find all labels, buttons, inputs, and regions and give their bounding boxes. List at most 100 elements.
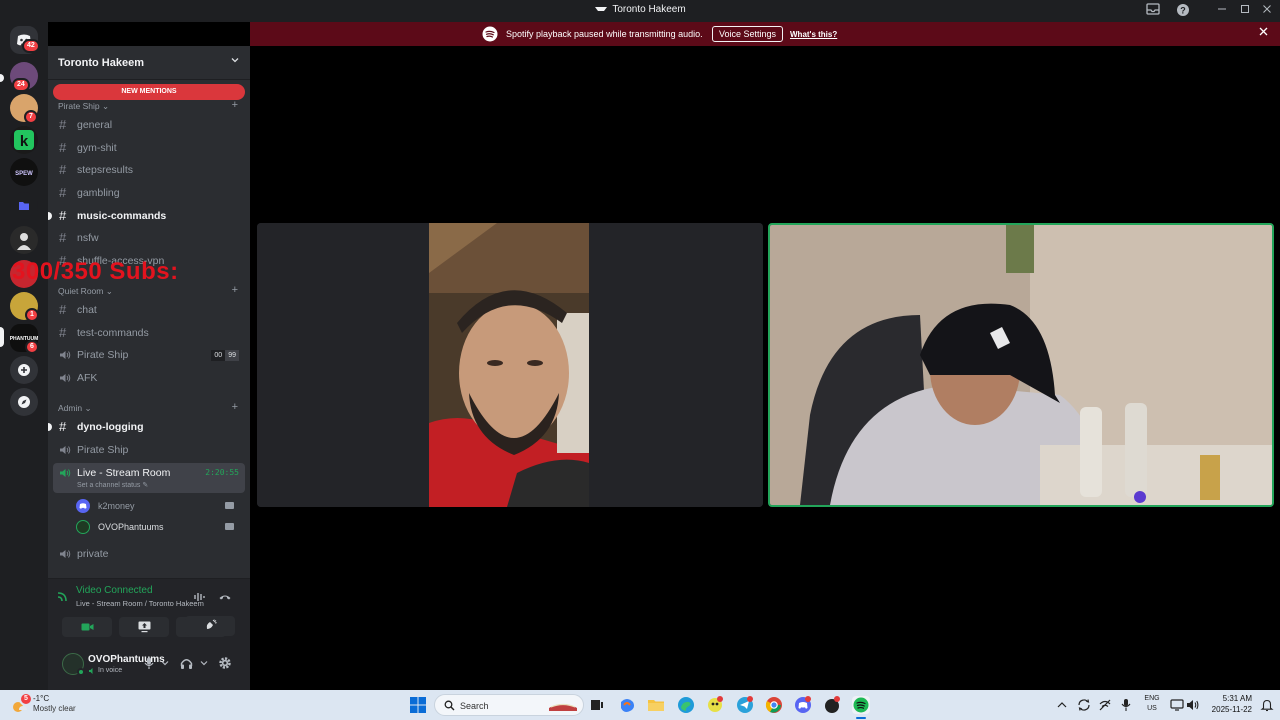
chevron-up-icon[interactable] xyxy=(1057,701,1067,709)
server-icon-3[interactable]: k xyxy=(10,126,38,154)
add-server-button[interactable] xyxy=(10,356,38,384)
channel-gym-shit[interactable]: # gym-shit xyxy=(53,138,245,158)
add-channel-icon[interactable]: + xyxy=(232,99,238,111)
weather-widget[interactable]: 5 xyxy=(9,692,33,714)
chevron-down-icon[interactable] xyxy=(200,660,208,666)
soundboard-button[interactable] xyxy=(185,616,235,636)
task-view-icon[interactable] xyxy=(588,696,606,714)
chevron-down-icon[interactable] xyxy=(161,660,169,666)
server-icon-6[interactable] xyxy=(10,226,38,254)
add-channel-icon[interactable]: + xyxy=(232,401,238,413)
maximize-icon[interactable] xyxy=(1237,3,1253,19)
chevron-down-icon xyxy=(230,55,240,68)
channel-label: test-commands xyxy=(77,327,149,339)
window-title-text: Toronto Hakeem xyxy=(612,4,686,15)
guild-header[interactable]: Toronto Hakeem xyxy=(48,46,250,80)
unread-indicator xyxy=(48,423,52,431)
file-explorer-icon[interactable] xyxy=(647,696,665,714)
voice-channel-private[interactable]: private xyxy=(53,544,245,564)
category-quiet-room[interactable]: Quiet Room ⌄ xyxy=(58,286,113,297)
spotify-taskbar-icon[interactable] xyxy=(852,696,870,714)
channel-general[interactable]: # general xyxy=(53,115,245,135)
voice-user[interactable]: OVOPhantuums xyxy=(76,518,244,536)
channel-label: Pirate Ship xyxy=(77,444,129,456)
notification-bell-icon[interactable] xyxy=(1260,698,1274,712)
voice-channel-live-stream-room[interactable]: Live - Stream Room 2:20:55 Set a channel… xyxy=(53,463,245,493)
chrome-icon[interactable] xyxy=(765,696,783,714)
user-limit-counter: 00 99 xyxy=(211,350,239,361)
clock-date: 2025-11-22 xyxy=(1211,705,1252,714)
close-icon[interactable] xyxy=(1259,27,1268,39)
subscriber-goal-overlay: 300/350 Subs: xyxy=(12,258,179,285)
volume-icon[interactable] xyxy=(1186,698,1200,712)
minimize-icon[interactable] xyxy=(1214,3,1230,19)
taskbar-search[interactable]: Search xyxy=(434,694,584,716)
speaker-icon xyxy=(60,550,71,558)
video-tile-ovophantuums[interactable] xyxy=(768,223,1274,507)
settings-gear-icon[interactable] xyxy=(218,656,232,670)
app-icon[interactable] xyxy=(823,696,841,714)
discord-taskbar-icon[interactable] xyxy=(794,696,812,714)
plus-icon xyxy=(18,364,30,376)
network-off-icon[interactable] xyxy=(1098,698,1112,712)
help-icon[interactable]: ? xyxy=(1175,3,1191,19)
speaker-icon xyxy=(60,446,71,454)
channel-nsfw[interactable]: # nsfw xyxy=(53,228,245,248)
app-icon[interactable] xyxy=(706,696,724,714)
language-indicator[interactable]: ENG US xyxy=(1142,694,1162,714)
server-icon-4[interactable]: SPEW xyxy=(10,158,38,186)
signal-icon[interactable] xyxy=(56,589,70,603)
microphone-tray-icon[interactable] xyxy=(1121,698,1131,712)
chevron-down-icon: ⌄ xyxy=(101,101,110,111)
channel-stepsresults[interactable]: # stepsresults xyxy=(53,160,245,180)
edge-browser-icon[interactable] xyxy=(677,696,695,714)
svg-text:?: ? xyxy=(1180,6,1186,16)
channel-dyno-logging[interactable]: # dyno-logging xyxy=(48,417,245,437)
copilot-icon[interactable] xyxy=(618,696,636,714)
dm-badge: 42 xyxy=(22,39,40,53)
telegram-icon[interactable] xyxy=(736,696,754,714)
avatar xyxy=(76,499,90,513)
video-tile-k2money[interactable] xyxy=(257,223,763,507)
channel-label: music-commands xyxy=(77,210,167,222)
headphones-icon[interactable] xyxy=(180,657,193,670)
display-icon[interactable] xyxy=(1170,698,1184,712)
weather-badge: 5 xyxy=(19,692,33,706)
channel-test-commands[interactable]: # test-commands xyxy=(53,323,245,343)
category-pirate-ship[interactable]: Pirate Ship ⌄ xyxy=(58,101,109,112)
windows-start-icon[interactable] xyxy=(410,697,426,713)
screen-share-button[interactable] xyxy=(119,617,169,637)
disconnect-icon[interactable] xyxy=(218,591,232,603)
channel-music-commands[interactable]: # music-commands xyxy=(48,206,245,226)
channel-label: gambling xyxy=(77,187,120,199)
system-clock[interactable]: 5:31 AM 2025-11-22 xyxy=(1208,693,1252,715)
clock-time: 5:31 AM xyxy=(1222,694,1252,703)
whats-this-link[interactable]: What's this? xyxy=(790,30,837,39)
category-admin[interactable]: Admin ⌄ xyxy=(58,403,92,414)
add-channel-icon[interactable]: + xyxy=(232,284,238,296)
close-window-icon[interactable] xyxy=(1259,3,1275,19)
inbox-icon[interactable] xyxy=(1145,3,1161,19)
channel-label: gym-shit xyxy=(77,142,117,154)
new-mentions-button[interactable]: NEW MENTIONS xyxy=(53,84,245,100)
camera-toggle-button[interactable] xyxy=(62,617,112,637)
microphone-icon[interactable] xyxy=(144,657,154,670)
channel-chat[interactable]: # chat xyxy=(53,300,245,320)
voice-room-link[interactable]: Live - Stream Room / Toronto Hakeem xyxy=(76,599,204,608)
discover-button[interactable] xyxy=(10,388,38,416)
hash-icon: # xyxy=(59,208,67,223)
channel-label: private xyxy=(77,548,109,560)
noise-suppression-icon[interactable] xyxy=(193,591,207,603)
channel-gambling[interactable]: # gambling xyxy=(53,183,245,203)
voice-channel-afk[interactable]: AFK xyxy=(53,368,245,388)
voice-channel-pirate-ship[interactable]: Pirate Ship 00 99 xyxy=(53,345,245,365)
voice-status: Video Connected xyxy=(76,585,153,596)
channel-status[interactable]: Set a channel status ✎ xyxy=(77,481,148,489)
server-badge: 7 xyxy=(24,110,38,124)
hash-icon: # xyxy=(59,302,67,317)
voice-user[interactable]: k2money xyxy=(76,497,244,515)
sync-icon[interactable] xyxy=(1077,698,1091,712)
folder-icon[interactable] xyxy=(10,192,38,220)
voice-channel-pirate-ship-2[interactable]: Pirate Ship xyxy=(53,440,245,460)
voice-settings-button[interactable]: Voice Settings xyxy=(712,26,784,42)
